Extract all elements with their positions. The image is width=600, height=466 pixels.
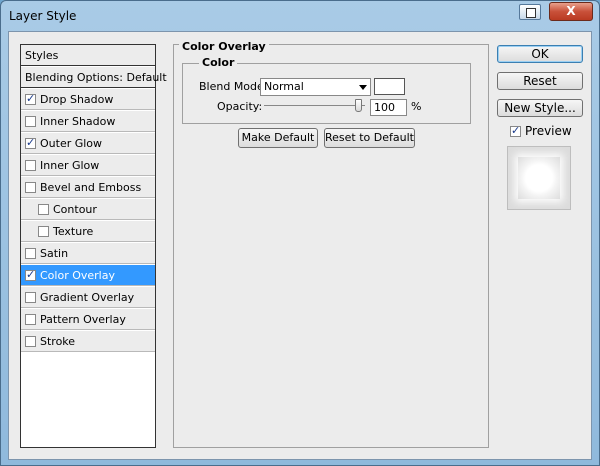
style-item-label: Contour [53,202,97,216]
style-item-label: Stroke [40,334,76,348]
style-item-label: Drop Shadow [40,92,114,106]
texture-checkbox[interactable] [38,225,49,237]
preview-label: Preview [525,124,572,138]
inner-shadow-checkbox[interactable] [25,115,36,127]
opacity-input[interactable]: 100 [370,99,407,116]
preview-toggle[interactable]: Preview [510,124,572,138]
styles-header[interactable]: Styles [21,45,155,66]
stroke-checkbox[interactable] [25,335,36,347]
ok-button[interactable]: OK [497,45,583,63]
style-item-bevel-emboss[interactable]: Bevel and Emboss [21,177,155,198]
style-item-drop-shadow[interactable]: Drop Shadow [21,89,155,110]
color-overlay-checkbox[interactable] [25,268,36,281]
style-item-label: Texture [53,224,94,238]
reset-to-default-button[interactable]: Reset to Default [324,128,415,148]
overlay-color-swatch[interactable] [374,78,405,95]
bevel-emboss-checkbox[interactable] [25,181,36,193]
outer-glow-checkbox[interactable] [25,136,36,149]
title-bar[interactable]: Layer Style X [1,1,599,31]
reset-button[interactable]: Reset [497,72,583,90]
style-item-contour[interactable]: Contour [21,199,155,220]
style-item-pattern-overlay[interactable]: Pattern Overlay [21,309,155,330]
style-item-label: Pattern Overlay [40,312,126,326]
close-button[interactable]: X [549,2,593,21]
chevron-down-icon [359,85,367,90]
style-item-label: Inner Glow [40,158,100,172]
dialog-body: Styles Blending Options: Default Drop Sh… [8,31,592,460]
opacity-unit: % [411,100,422,113]
style-item-label: Outer Glow [40,136,103,150]
style-item-satin[interactable]: Satin [21,243,155,264]
style-preview-thumbnail [507,146,571,210]
drop-shadow-checkbox[interactable] [25,92,36,105]
style-item-label: Bevel and Emboss [40,180,142,194]
style-item-label: Gradient Overlay [40,290,135,304]
styles-list: Styles Blending Options: Default Drop Sh… [20,44,167,448]
make-default-button[interactable]: Make Default [238,128,318,148]
style-item-label: Color Overlay [40,268,115,282]
style-item-gradient-overlay[interactable]: Gradient Overlay [21,287,155,308]
style-item-texture[interactable]: Texture [21,221,155,242]
color-overlay-title: Color Overlay [179,40,269,53]
style-item-inner-shadow[interactable]: Inner Shadow [21,111,155,132]
window-title: Layer Style [9,9,77,23]
blend-mode-label: Blend Mode: [199,80,268,93]
blending-options-item[interactable]: Blending Options: Default [21,67,167,88]
new-style-button[interactable]: New Style... [497,99,583,117]
opacity-slider-track[interactable] [264,105,365,106]
gradient-overlay-checkbox[interactable] [25,291,36,303]
style-item-outer-glow[interactable]: Outer Glow [21,133,155,154]
style-item-inner-glow[interactable]: Inner Glow [21,155,155,176]
contour-checkbox[interactable] [38,203,49,215]
preview-checkbox[interactable] [510,124,521,137]
inner-glow-checkbox[interactable] [25,159,36,171]
opacity-label: Opacity: [217,100,263,113]
layer-style-dialog: Layer Style X Styles Blending Options: D… [0,0,600,466]
blend-mode-value: Normal [264,80,304,93]
satin-checkbox[interactable] [25,247,36,259]
style-item-label: Satin [40,246,69,260]
preview-glow-shape [518,157,560,199]
style-item-color-overlay[interactable]: Color Overlay [21,265,155,286]
style-item-stroke[interactable]: Stroke [21,331,155,352]
pattern-overlay-checkbox[interactable] [25,313,36,325]
opacity-slider-handle[interactable] [355,99,362,112]
blend-mode-select[interactable]: Normal [260,78,371,96]
window-options-icon[interactable] [519,4,541,20]
color-subgroup-title: Color [199,56,238,69]
style-item-label: Inner Shadow [40,114,116,128]
